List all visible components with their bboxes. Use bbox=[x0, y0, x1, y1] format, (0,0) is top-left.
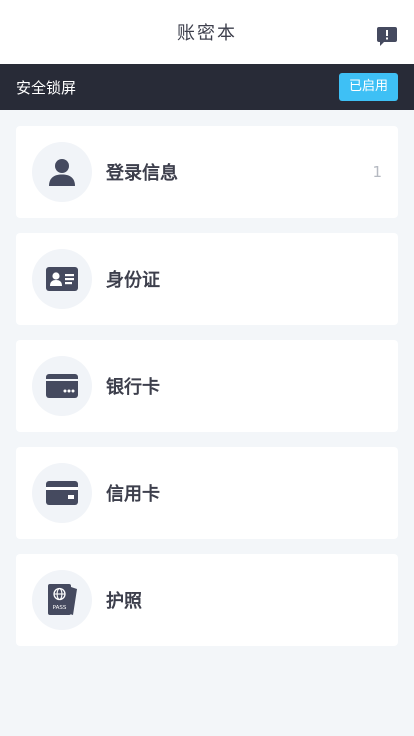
lock-status-badge[interactable]: 已启用 bbox=[338, 73, 398, 101]
icon-circle: PASS bbox=[32, 570, 92, 630]
category-item-credit-card[interactable]: 信用卡 bbox=[16, 447, 398, 539]
app-header: 账密本 bbox=[0, 0, 414, 64]
category-label: 身份证 bbox=[106, 270, 160, 291]
svg-text:PASS: PASS bbox=[53, 605, 67, 611]
id-card-icon bbox=[46, 267, 78, 291]
passport-icon: PASS bbox=[48, 584, 77, 615]
feedback-icon bbox=[377, 27, 397, 46]
security-lock-label: 安全锁屏 bbox=[16, 78, 77, 97]
credit-card-icon bbox=[46, 481, 78, 505]
page-title: 账密本 bbox=[177, 23, 237, 44]
category-list: 登录信息 1 身份证 银行卡 信用卡 PASS 护照 bbox=[0, 110, 414, 646]
category-label: 银行卡 bbox=[106, 377, 160, 398]
category-item-id-card[interactable]: 身份证 bbox=[16, 233, 398, 325]
category-label: 护照 bbox=[106, 591, 142, 612]
category-item-bank-card[interactable]: 银行卡 bbox=[16, 340, 398, 432]
item-count: 1 bbox=[372, 163, 382, 181]
category-label: 信用卡 bbox=[106, 484, 160, 505]
icon-circle bbox=[32, 356, 92, 416]
user-icon bbox=[49, 159, 75, 186]
feedback-button[interactable] bbox=[376, 25, 398, 47]
category-item-login[interactable]: 登录信息 1 bbox=[16, 126, 398, 218]
bank-card-icon bbox=[46, 374, 78, 398]
category-label: 登录信息 bbox=[106, 163, 178, 184]
category-item-passport[interactable]: PASS 护照 bbox=[16, 554, 398, 646]
security-lock-bar[interactable]: 安全锁屏 已启用 bbox=[0, 64, 414, 110]
icon-circle bbox=[32, 249, 92, 309]
icon-circle bbox=[32, 463, 92, 523]
icon-circle bbox=[32, 142, 92, 202]
